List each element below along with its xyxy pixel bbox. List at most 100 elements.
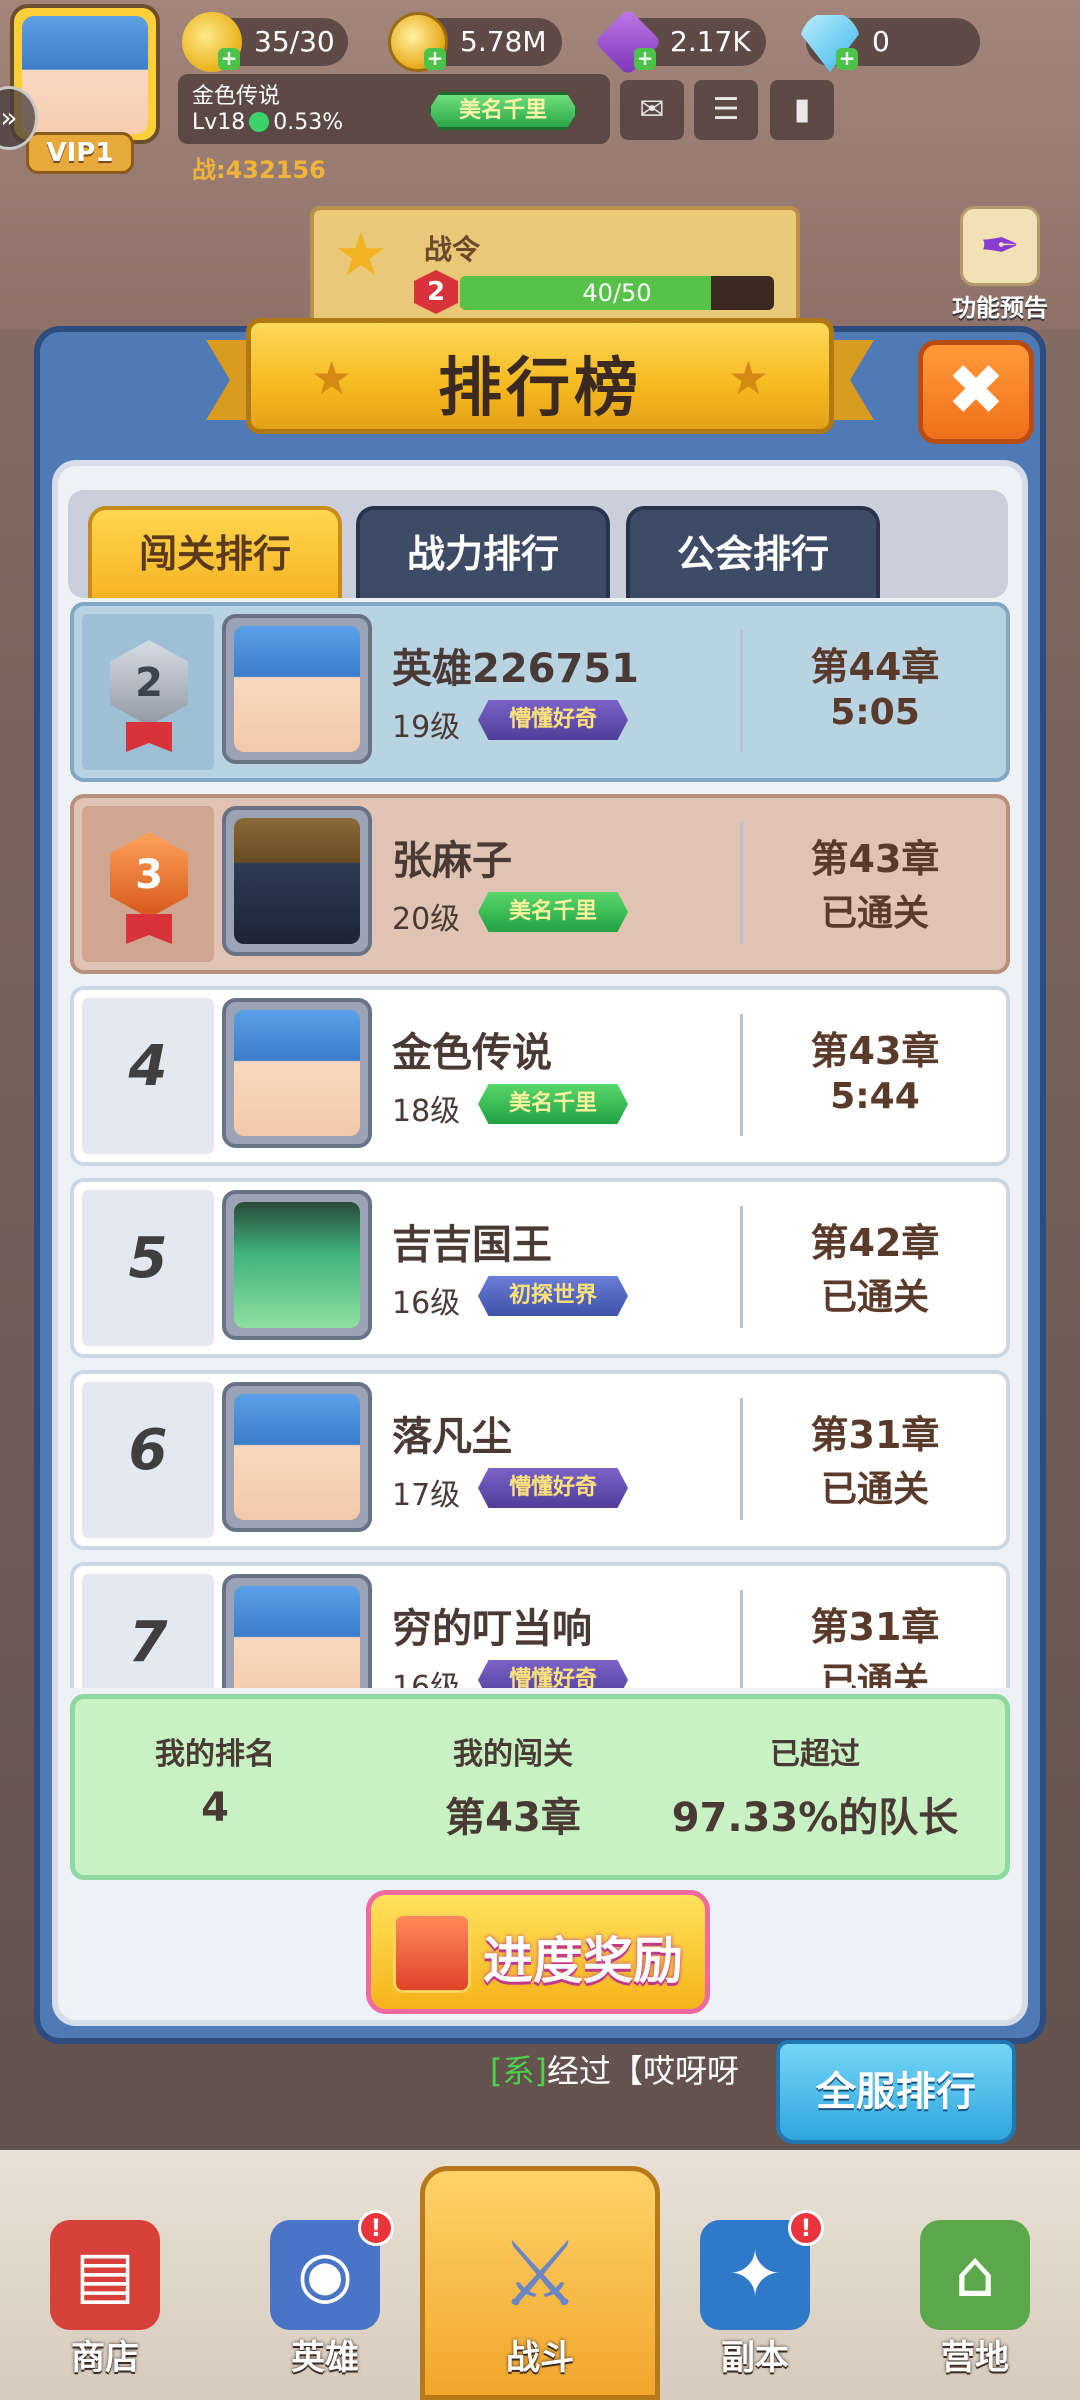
player-name: 英雄226751: [392, 646, 639, 692]
player-level: Lv18 0.53%: [192, 110, 344, 135]
player-title-tag: 美名千里: [478, 1084, 628, 1124]
cube-counter[interactable]: + 2.17K: [594, 8, 766, 76]
combat-power: 战:432156: [192, 156, 326, 184]
nav-heroes[interactable]: ◉ ! 英雄: [250, 2190, 400, 2390]
ranking-row[interactable]: 5 吉吉国王 16级 初探世界 第42章 已通关: [70, 1178, 1010, 1358]
player-level: 18级: [392, 1094, 461, 1129]
battle-pass-progress-bar: 40/50: [460, 276, 774, 310]
my-rank-column: 我的排名 4: [115, 1729, 315, 1831]
rank-number: 5: [128, 1226, 168, 1291]
trophy-icon: ★: [334, 220, 388, 290]
ranking-row[interactable]: 6 落凡尘 17级 懵懂好奇 第31章 已通关: [70, 1370, 1010, 1550]
plus-icon: +: [836, 48, 858, 70]
battle-pass-title: 战令: [424, 233, 481, 266]
chapter-reached: 第44章: [810, 645, 940, 689]
player-avatar[interactable]: [222, 1574, 372, 1688]
camp-icon: ⌂: [920, 2220, 1030, 2330]
silver-medal-icon: 2: [110, 640, 188, 726]
player-avatar[interactable]: [222, 998, 372, 1148]
nav-shop[interactable]: ▤ 商店: [30, 2190, 180, 2390]
beat-percent-value: 97.33%的队长: [671, 1795, 959, 1841]
notification-badge: !: [788, 2210, 824, 2246]
stats-button[interactable]: ▮: [770, 80, 834, 140]
tab-stage-ranking[interactable]: 闯关排行: [88, 506, 342, 598]
player-level: 17级: [392, 1478, 461, 1513]
ranking-row[interactable]: 4 金色传说 18级 美名千里 第43章 5:44: [70, 986, 1010, 1166]
hero-portrait: [234, 1586, 360, 1688]
plus-icon: +: [424, 48, 446, 70]
rank-cell: 3: [82, 806, 214, 962]
ranking-row[interactable]: 3 张麻子 20级 美名千里 第43章 已通关: [70, 794, 1010, 974]
plus-icon: +: [218, 48, 240, 70]
row-divider: [740, 1206, 743, 1328]
row-divider: [740, 1590, 743, 1688]
mail-icon: ✉: [639, 92, 665, 127]
nav-battle[interactable]: ⚔ 战斗: [465, 2190, 615, 2390]
nav-dungeon[interactable]: ✦ ! 副本: [680, 2190, 830, 2390]
tasks-button[interactable]: ☰: [694, 80, 758, 140]
top-hud: VIP1 » + 35/30 + 5.78M + 2.17K + 0 金色传说 …: [0, 0, 1080, 200]
nav-camp[interactable]: ⌂ 营地: [900, 2190, 1050, 2390]
shop-icon: ▤: [50, 2220, 160, 2330]
rank-number: 7: [128, 1610, 168, 1675]
beat-percent-column: 已超过 97.33%的队长: [655, 1729, 975, 1843]
nav-dungeon-label: 副本: [721, 2338, 789, 2378]
player-avatar[interactable]: [222, 806, 372, 956]
ranking-row[interactable]: 7 穷的叮当响 16级 懵懂好奇 第31章 已通关: [70, 1562, 1010, 1688]
my-rank-label: 我的排名: [155, 1737, 275, 1772]
player-name: 吉吉国王: [392, 1222, 552, 1268]
player-name: 金色传说: [192, 84, 281, 109]
bronze-medal-icon: 3: [110, 832, 188, 918]
medal-ribbon-icon: [126, 722, 172, 752]
progress-reward-button[interactable]: 进度奖励: [366, 1890, 710, 2014]
all-server-ranking-button[interactable]: 全服排行: [776, 2040, 1016, 2144]
nav-camp-label: 营地: [941, 2338, 1009, 2378]
my-stage-value: 第43章: [445, 1795, 581, 1841]
stats-icon: ▮: [793, 92, 811, 127]
ribbon-body: ★ ★ 排行榜: [246, 318, 834, 434]
close-button[interactable]: ✖: [918, 340, 1034, 444]
mail-button[interactable]: ✉: [620, 80, 684, 140]
my-rank-summary: 我的排名 4 我的闯关 第43章 已超过 97.33%的队长: [70, 1694, 1010, 1880]
ranking-row[interactable]: 2 英雄226751 19级 懵懂好奇 第44章 5:05: [70, 602, 1010, 782]
modal-title-ribbon: ★ ★ 排行榜: [206, 318, 874, 434]
chapter-status: 已通关: [820, 1469, 929, 1510]
rank-cell: 6: [82, 1382, 214, 1538]
player-level: 16级: [392, 1670, 461, 1688]
row-divider: [740, 822, 743, 944]
player-title-tag: 初探世界: [478, 1276, 628, 1316]
player-avatar[interactable]: [222, 1382, 372, 1532]
my-stage-column: 我的闯关 第43章: [403, 1729, 623, 1843]
player-name: 张麻子: [392, 838, 512, 884]
row-divider: [740, 1014, 743, 1136]
player-level: 16级: [392, 1286, 461, 1321]
feature-preview-button[interactable]: ✒ 功能预告: [940, 206, 1060, 326]
ranking-list[interactable]: 2 英雄226751 19级 懵懂好奇 第44章 5:05 3 张麻子 20级 …: [70, 602, 1010, 1688]
system-text: 经过【哎呀呀: [546, 2052, 739, 2090]
player-avatar[interactable]: [222, 614, 372, 764]
vip-badge[interactable]: VIP1: [26, 132, 134, 174]
gold-counter[interactable]: + 5.78M: [388, 12, 562, 72]
chapter-status: 5:05: [830, 692, 920, 733]
tab-guild-ranking[interactable]: 公会排行: [626, 506, 880, 598]
chapter-status: 已通关: [820, 1277, 929, 1318]
close-icon: ✖: [946, 349, 1006, 431]
nav-battle-label: 战斗: [506, 2338, 574, 2378]
energy-counter[interactable]: + 35/30: [182, 12, 348, 72]
row-divider: [740, 1398, 743, 1520]
battle-pass-widget[interactable]: ★ 战令 2 40/50: [310, 206, 800, 326]
rank-cell: 7: [82, 1574, 214, 1688]
row-divider: [740, 630, 743, 752]
nav-heroes-label: 英雄: [291, 2338, 359, 2378]
player-title-tag: 懵懂好奇: [478, 700, 628, 740]
player-avatar[interactable]: [222, 1190, 372, 1340]
player-level: 20级: [392, 902, 461, 937]
modal-title: 排行榜: [438, 352, 642, 426]
plus-icon: +: [634, 48, 656, 70]
gem-counter[interactable]: + 0: [800, 15, 980, 72]
chapter-reached: 第43章: [810, 837, 940, 881]
player-name: 穷的叮当响: [392, 1606, 592, 1652]
tab-power-ranking[interactable]: 战力排行: [356, 506, 610, 598]
chapter-reached: 第31章: [810, 1413, 940, 1457]
player-level: 19级: [392, 710, 461, 745]
